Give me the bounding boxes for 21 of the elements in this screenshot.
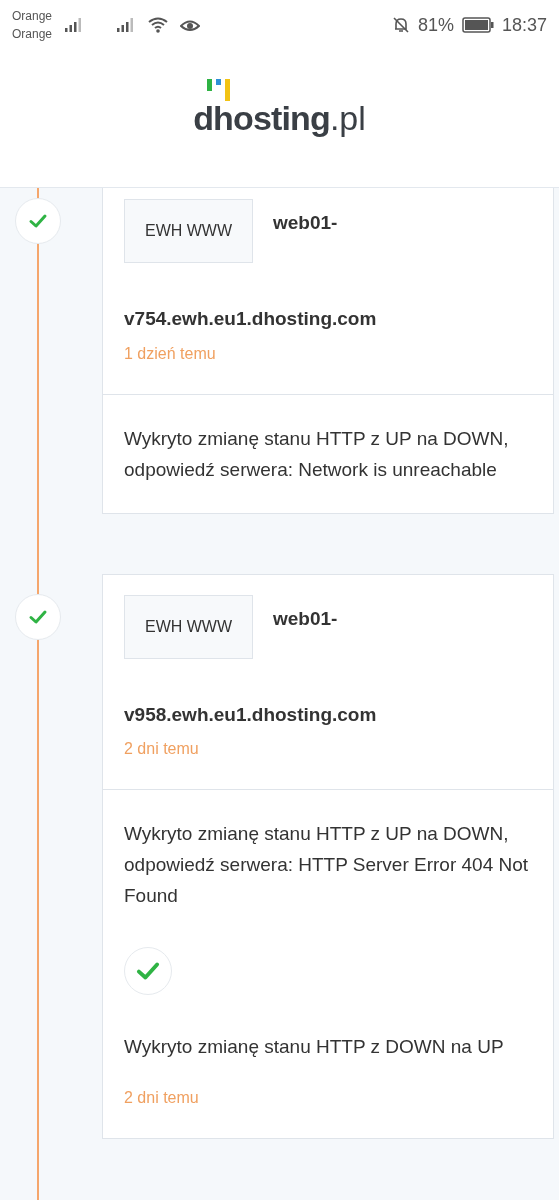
- clock-time: 18:37: [501, 13, 547, 37]
- event-message: Wykryto zmianę stanu HTTP z DOWN na UP: [124, 1035, 505, 1059]
- host-name: v958.ewh.eu1.dhosting.com: [124, 702, 378, 727]
- battery-icon: [461, 17, 494, 33]
- time-ago: 2 dni temu: [124, 1088, 200, 1108]
- service-badge: EWH WWW: [124, 199, 253, 263]
- host-prefix: web01-: [273, 211, 338, 235]
- event-message: Wykryto zmianę stanu HTTP z UP na DOWN, odpowiedź serwera: Network is unreachable: [124, 426, 510, 482]
- wifi-icon: [148, 17, 169, 33]
- logo-domain: .pl: [329, 98, 366, 139]
- logo-name: dhosting: [193, 99, 330, 137]
- carrier-name: Orange: [12, 8, 53, 25]
- bell-off-icon: [391, 16, 410, 34]
- event-message: Wykryto zmianę stanu HTTP z UP na DOWN, odpowiedź serwera: HTTP Server Error 404 Not Found: [124, 822, 530, 908]
- carrier-name: Orange: [12, 26, 53, 43]
- service-badge: EWH WWW: [124, 594, 253, 659]
- time-ago: 1 dzień temu: [124, 343, 217, 364]
- time-ago: 2 dni temu: [124, 739, 200, 759]
- battery-percent: 81%: [417, 13, 454, 37]
- host-prefix: web01-: [273, 606, 338, 631]
- host-name: v754.ewh.eu1.dhosting.com: [124, 307, 378, 331]
